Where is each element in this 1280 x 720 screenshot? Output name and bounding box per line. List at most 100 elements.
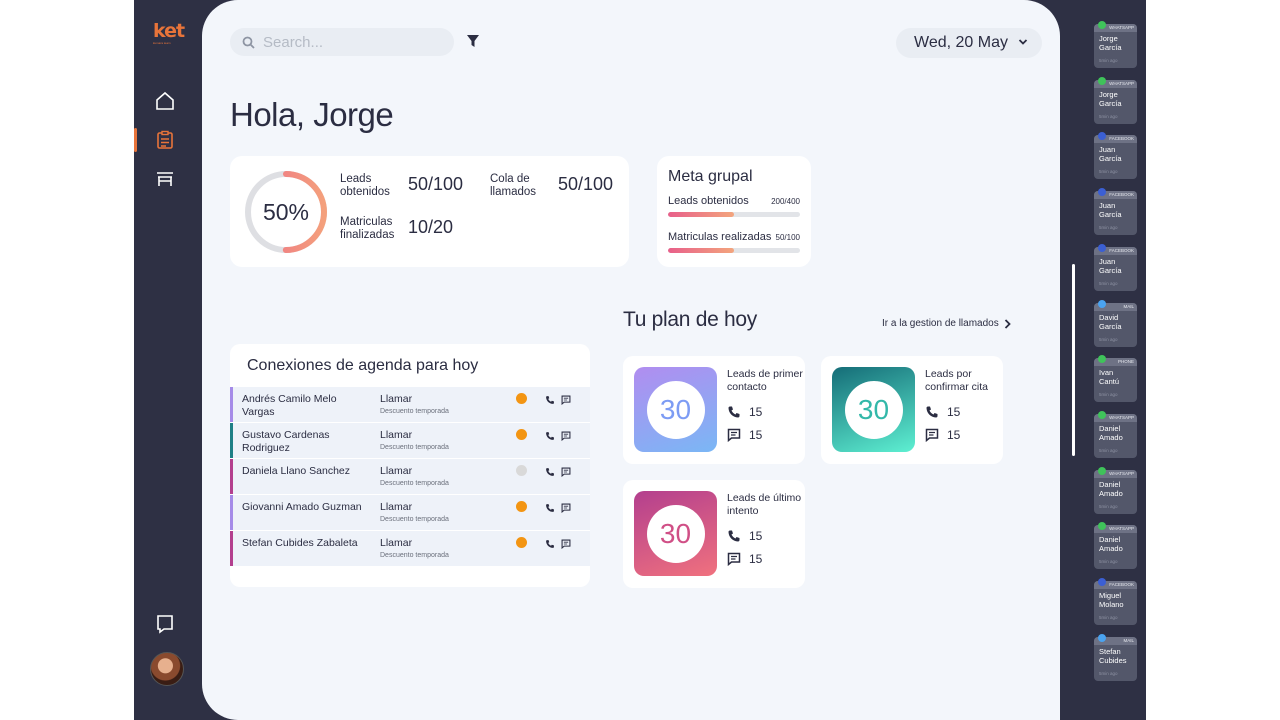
plan-messages: 15 bbox=[925, 428, 960, 442]
lead-time: 5min ago bbox=[1099, 503, 1118, 509]
call-button[interactable] bbox=[545, 428, 555, 446]
agenda-row[interactable]: Gustavo Cardenas Rodriguez Llamar Descue… bbox=[230, 423, 590, 458]
clipboard-icon bbox=[157, 130, 173, 149]
lead-time: 5min ago bbox=[1099, 58, 1118, 63]
nav-store[interactable] bbox=[154, 168, 176, 190]
plan-card[interactable]: 30 Leads por confirmar cita 15 15 bbox=[821, 356, 1003, 464]
call-button[interactable] bbox=[545, 464, 555, 482]
lead-time: 5min ago bbox=[1099, 336, 1118, 342]
plan-messages: 15 bbox=[727, 428, 762, 442]
lead-source-icon bbox=[1098, 21, 1106, 29]
nav-chat[interactable] bbox=[154, 613, 176, 635]
phone-icon bbox=[546, 468, 554, 476]
call-button[interactable] bbox=[545, 392, 555, 410]
lead-card[interactable]: WHATSAPP Jorge García 5min ago bbox=[1094, 21, 1137, 68]
lead-name: Juan García bbox=[1099, 145, 1122, 164]
lead-card[interactable]: FACEBOOK Juan García 5min ago bbox=[1094, 188, 1137, 236]
contact-action: Llamar bbox=[380, 393, 413, 405]
call-button[interactable] bbox=[545, 536, 555, 554]
phone-icon bbox=[546, 396, 554, 404]
contact-action: Llamar bbox=[380, 429, 413, 441]
stat-value-leads: 50/100 bbox=[408, 174, 464, 194]
lead-card[interactable]: FACEBOOK Miguel Molano 5min ago bbox=[1094, 578, 1137, 625]
lead-name: Jorge García bbox=[1099, 34, 1122, 52]
message-button[interactable] bbox=[561, 536, 571, 554]
message-button[interactable] bbox=[561, 428, 571, 446]
lead-card[interactable]: WHATSAPP Daniel Amado 5min ago bbox=[1094, 410, 1137, 458]
plan-messages-count: 15 bbox=[749, 428, 763, 442]
goal-bar-fill-leads bbox=[668, 212, 734, 217]
call-button[interactable] bbox=[545, 500, 555, 518]
lead-card[interactable]: WHATSAPP Jorge García 5min ago bbox=[1094, 76, 1137, 124]
phone-icon bbox=[546, 540, 554, 548]
lead-time: 5min ago bbox=[1099, 280, 1118, 286]
contact-name: Andrés Camilo Melo Vargas bbox=[242, 393, 337, 418]
lead-card[interactable]: WHATSAPP Daniel Amado 5min ago bbox=[1094, 466, 1137, 514]
agenda-row[interactable]: Andrés Camilo Melo Vargas Llamar Descuen… bbox=[230, 387, 590, 422]
contact-name: Stefan Cubides Zabaleta bbox=[242, 537, 358, 549]
phone-icon bbox=[926, 406, 938, 418]
lead-time: 5min ago bbox=[1099, 113, 1118, 119]
goto-calls-link[interactable]: Ir a la gestion de llamados bbox=[882, 318, 1011, 329]
message-button[interactable] bbox=[561, 500, 571, 518]
lead-name: Daniel Amado bbox=[1099, 423, 1123, 442]
summary-card: 50% Leads obtenidos 50/100 Cola de llama… bbox=[230, 156, 629, 267]
status-dot bbox=[516, 429, 527, 440]
main-content: Wed, 20 May Hola, Jorge 50% Leads obteni… bbox=[202, 0, 1060, 720]
contact-campaign: Descuento temporada bbox=[380, 516, 449, 523]
plan-card[interactable]: 30 Leads de último intento 15 15 bbox=[623, 480, 805, 588]
plan-label: Leads de último intento bbox=[727, 492, 802, 517]
message-button[interactable] bbox=[561, 464, 571, 482]
agenda-row[interactable]: Giovanni Amado Guzman Llamar Descuento t… bbox=[230, 495, 590, 530]
message-icon bbox=[561, 503, 571, 514]
plan-calls: 15 bbox=[925, 405, 960, 419]
lead-source-icon bbox=[1098, 243, 1106, 252]
lead-name: Ivan Cantú bbox=[1099, 368, 1120, 387]
date-label: Wed, 20 May bbox=[914, 34, 1008, 51]
lead-card[interactable]: MAIL Stefan Cubides 5min ago bbox=[1094, 633, 1137, 681]
chevron-right-icon bbox=[1004, 318, 1011, 329]
goal-bar-fill-enrolments bbox=[668, 248, 734, 253]
stat-value-queue: 50/100 bbox=[558, 174, 614, 194]
agenda-row[interactable]: Stefan Cubides Zabaleta Llamar Descuento… bbox=[230, 531, 590, 566]
search-input[interactable] bbox=[263, 33, 443, 51]
lead-card[interactable]: FACEBOOK Juan García 5min ago bbox=[1094, 132, 1137, 180]
date-selector[interactable]: Wed, 20 May bbox=[896, 28, 1042, 58]
search-icon bbox=[242, 36, 255, 49]
message-icon bbox=[561, 539, 571, 550]
lead-card[interactable]: FACEBOOK Juan García 5min ago bbox=[1094, 243, 1137, 291]
plan-card[interactable]: 30 Leads de primer contacto 15 15 bbox=[623, 356, 805, 464]
user-avatar[interactable] bbox=[150, 652, 184, 686]
nav-tasks[interactable] bbox=[154, 129, 176, 151]
search-bar[interactable] bbox=[230, 28, 454, 56]
contact-name: Giovanni Amado Guzman bbox=[242, 501, 362, 513]
app-logo[interactable]: ket kumara team bbox=[153, 22, 185, 48]
plan-count: 30 bbox=[844, 380, 903, 439]
message-button[interactable] bbox=[561, 392, 571, 410]
left-nav: ket kumara team bbox=[134, 0, 202, 720]
lead-card[interactable]: MAIL David García 5min ago bbox=[1094, 299, 1137, 347]
nav-home[interactable] bbox=[154, 90, 176, 112]
stat-label-enrolments: Matriculas finalizadas bbox=[340, 216, 395, 241]
lead-source-icon bbox=[1098, 633, 1106, 642]
message-icon bbox=[561, 431, 571, 442]
store-icon bbox=[157, 172, 173, 186]
phone-icon bbox=[728, 406, 740, 418]
lead-time: 5min ago bbox=[1099, 615, 1118, 620]
plan-count: 30 bbox=[646, 504, 705, 563]
contact-name: Daniela Llano Sanchez bbox=[242, 465, 350, 477]
leads-scrollbar[interactable] bbox=[1072, 264, 1075, 456]
plan-messages-count: 15 bbox=[749, 552, 763, 566]
agenda-title: Conexiones de agenda para hoy bbox=[247, 357, 479, 374]
lead-card[interactable]: WHATSAPP Daniel Amado 5min ago bbox=[1094, 522, 1137, 570]
filter-button[interactable] bbox=[466, 34, 480, 53]
group-goal-card: Meta grupal Leads obtenidos 200/400 Matr… bbox=[657, 156, 811, 267]
plan-label: Leads por confirmar cita bbox=[925, 368, 989, 393]
lead-card[interactable]: PHONE Ivan Cantú 5min ago bbox=[1094, 355, 1137, 403]
agenda-row[interactable]: Daniela Llano Sanchez Llamar Descuento t… bbox=[230, 459, 590, 494]
stat-label-queue: Cola de llamados bbox=[490, 173, 537, 198]
lead-name: Jorge García bbox=[1099, 89, 1122, 108]
progress-percent: 50% bbox=[262, 198, 310, 225]
plan-messages-count: 15 bbox=[947, 428, 961, 442]
lead-source-icon bbox=[1098, 578, 1106, 586]
